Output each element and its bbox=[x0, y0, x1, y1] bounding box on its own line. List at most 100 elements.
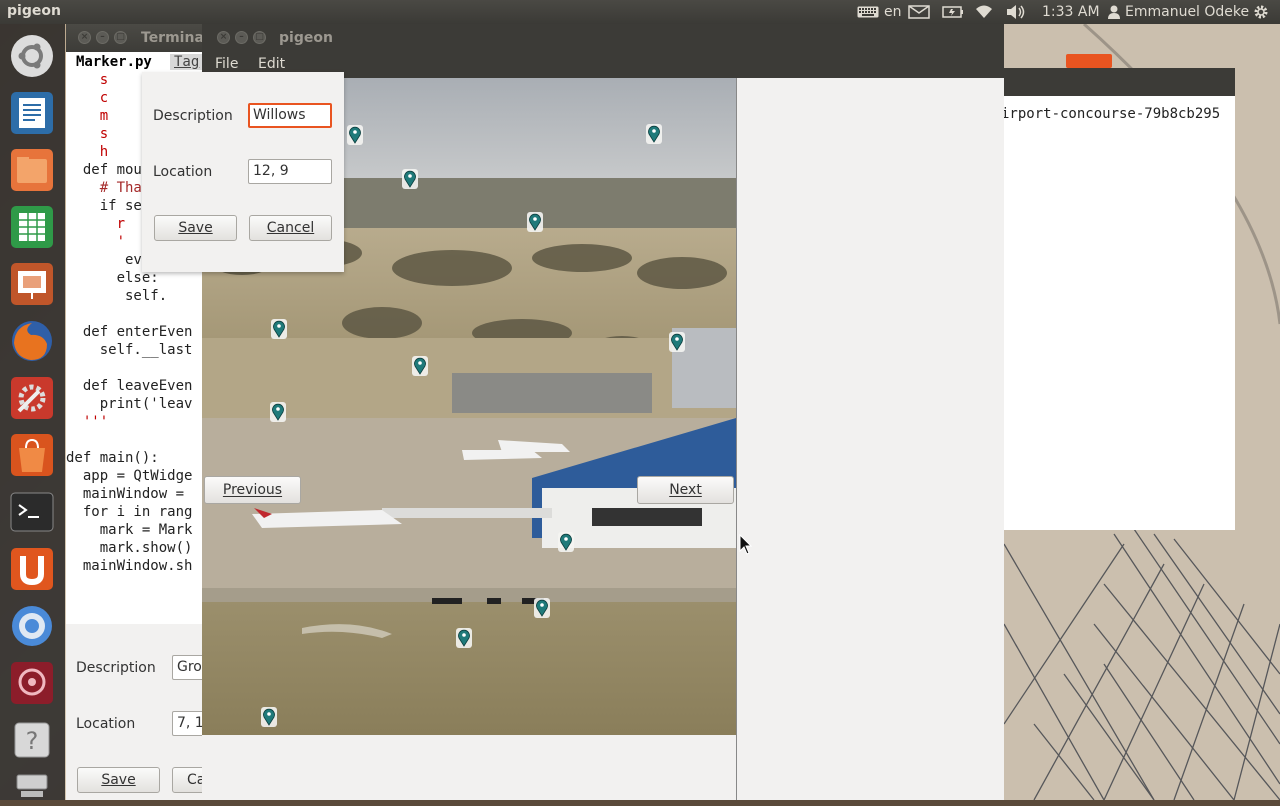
battery-indicator[interactable] bbox=[942, 0, 964, 24]
previous-button[interactable]: Previous bbox=[204, 476, 301, 504]
chromium-icon bbox=[12, 606, 52, 646]
launcher-software-center[interactable] bbox=[6, 429, 58, 481]
background-window-text: irport-concourse-79b8cb295 bbox=[1001, 106, 1221, 122]
launcher-terminal[interactable] bbox=[6, 486, 58, 538]
keyboard-indicator[interactable]: en bbox=[857, 0, 902, 24]
close-icon[interactable]: × bbox=[78, 31, 91, 44]
calc-icon bbox=[11, 206, 53, 248]
menu-file[interactable]: File bbox=[215, 56, 238, 72]
code-line: mainWindow.sh bbox=[66, 558, 193, 574]
map-marker-icon[interactable] bbox=[402, 169, 418, 189]
next-button[interactable]: Next bbox=[637, 476, 734, 504]
impress-icon bbox=[11, 263, 53, 305]
terminal-title: Terminal bbox=[141, 30, 209, 46]
background-window-titlebar[interactable] bbox=[1003, 68, 1235, 96]
minimize-icon[interactable]: – bbox=[235, 31, 248, 44]
code-line: def mou bbox=[66, 162, 142, 178]
wifi-indicator[interactable] bbox=[974, 0, 994, 24]
code-line: h bbox=[66, 144, 109, 160]
code-line: ' bbox=[66, 234, 126, 250]
pigeon-title: pigeon bbox=[279, 30, 333, 46]
firefox-icon bbox=[12, 321, 52, 361]
code-line: def leaveEven bbox=[66, 378, 193, 394]
tab-tag[interactable]: Tag bbox=[170, 54, 204, 70]
cancel-button[interactable]: Cancel bbox=[249, 215, 332, 241]
clock-label: 1:33 AM bbox=[1042, 4, 1100, 20]
code-line: else: bbox=[66, 270, 159, 286]
code-line: for i in rang bbox=[66, 504, 193, 520]
maximize-icon[interactable]: □ bbox=[253, 31, 266, 44]
background-window[interactable]: irport-concourse-79b8cb295 bbox=[1001, 68, 1235, 530]
ubuntu-dash-button[interactable] bbox=[6, 30, 58, 82]
map-marker-icon[interactable] bbox=[534, 598, 550, 618]
session-menu[interactable] bbox=[1253, 0, 1269, 24]
maximize-icon[interactable]: □ bbox=[114, 31, 127, 44]
map-marker-icon[interactable] bbox=[669, 332, 685, 352]
launcher: ? bbox=[0, 24, 65, 800]
launcher-app[interactable] bbox=[6, 657, 58, 709]
settings-gear-icon bbox=[1254, 5, 1268, 19]
code-line: print('leav bbox=[66, 396, 193, 412]
marker-editor-dialog: Description Willows Location 12, 9 Save … bbox=[142, 72, 344, 272]
pigeon-titlebar[interactable]: × – □ pigeon bbox=[202, 24, 1004, 52]
save-button-label: Save bbox=[101, 772, 136, 788]
previous-button-label: Previous bbox=[222, 482, 283, 498]
save-button[interactable]: Save bbox=[154, 215, 237, 241]
map-marker-icon[interactable] bbox=[261, 707, 277, 727]
top-panel: pigeon en 1:33 AM Emmanuel Odeke bbox=[0, 0, 1280, 24]
map-marker-icon[interactable] bbox=[412, 356, 428, 376]
map-marker-icon[interactable] bbox=[347, 125, 363, 145]
code-line: c bbox=[66, 90, 109, 106]
keyboard-icon bbox=[857, 6, 879, 18]
launcher-writer[interactable] bbox=[6, 87, 58, 139]
code-line: def main(): bbox=[66, 450, 159, 466]
launcher-files[interactable] bbox=[6, 144, 58, 196]
map-marker-icon[interactable] bbox=[527, 212, 543, 232]
map-marker-icon[interactable] bbox=[646, 124, 662, 144]
save-button[interactable]: Save bbox=[77, 767, 160, 793]
code-line: self. bbox=[66, 288, 168, 304]
description-field[interactable]: Willows bbox=[248, 103, 332, 128]
code-line: if se bbox=[66, 198, 142, 214]
launcher-calc[interactable] bbox=[6, 201, 58, 253]
code-line: m bbox=[66, 108, 109, 124]
menu-edit[interactable]: Edit bbox=[258, 56, 285, 72]
volume-indicator[interactable] bbox=[1005, 0, 1027, 24]
launcher-system-settings[interactable] bbox=[6, 372, 58, 424]
background-window-content: irport-concourse-79b8cb295 bbox=[1001, 96, 1235, 530]
user-menu[interactable]: Emmanuel Odeke bbox=[1108, 0, 1249, 24]
code-line: mark = Mark bbox=[66, 522, 193, 538]
terminal-titlebar[interactable]: × – □ Terminal bbox=[66, 24, 209, 52]
code-line: def enterEven bbox=[66, 324, 193, 340]
mail-indicator[interactable] bbox=[908, 0, 930, 24]
code-line: mainWindow = bbox=[66, 486, 193, 502]
location-label: Location bbox=[153, 164, 213, 180]
location-label: Location bbox=[76, 716, 136, 732]
launcher-firefox[interactable] bbox=[6, 315, 58, 367]
ubuntu-dash-icon bbox=[11, 35, 53, 77]
code-line: s bbox=[66, 126, 109, 142]
removable-drive-icon bbox=[16, 774, 48, 797]
tab-marker-py[interactable]: Marker.py bbox=[76, 54, 152, 70]
files-icon bbox=[11, 149, 53, 191]
map-marker-icon[interactable] bbox=[456, 628, 472, 648]
code-line: ''' bbox=[66, 414, 109, 430]
map-marker-icon[interactable] bbox=[271, 319, 287, 339]
map-marker-icon[interactable] bbox=[558, 532, 574, 552]
launcher-chromium[interactable] bbox=[6, 600, 58, 652]
map-marker-icon[interactable] bbox=[270, 402, 286, 422]
save-button-label: Save bbox=[178, 220, 213, 236]
code-line: self.__last bbox=[66, 342, 193, 358]
terminal-icon bbox=[10, 492, 54, 532]
minimize-icon[interactable]: – bbox=[96, 31, 109, 44]
mouse-cursor-icon bbox=[739, 534, 753, 555]
launcher-drive[interactable] bbox=[6, 754, 58, 806]
launcher-impress[interactable] bbox=[6, 258, 58, 310]
launcher-ubuntu-one[interactable] bbox=[6, 543, 58, 595]
close-icon[interactable]: × bbox=[217, 31, 230, 44]
clock[interactable]: 1:33 AM bbox=[1042, 0, 1100, 24]
location-field[interactable]: 12, 9 bbox=[248, 159, 332, 184]
wifi-icon bbox=[976, 5, 992, 18]
description-label: Description bbox=[153, 108, 233, 124]
user-name: Emmanuel Odeke bbox=[1125, 4, 1250, 20]
